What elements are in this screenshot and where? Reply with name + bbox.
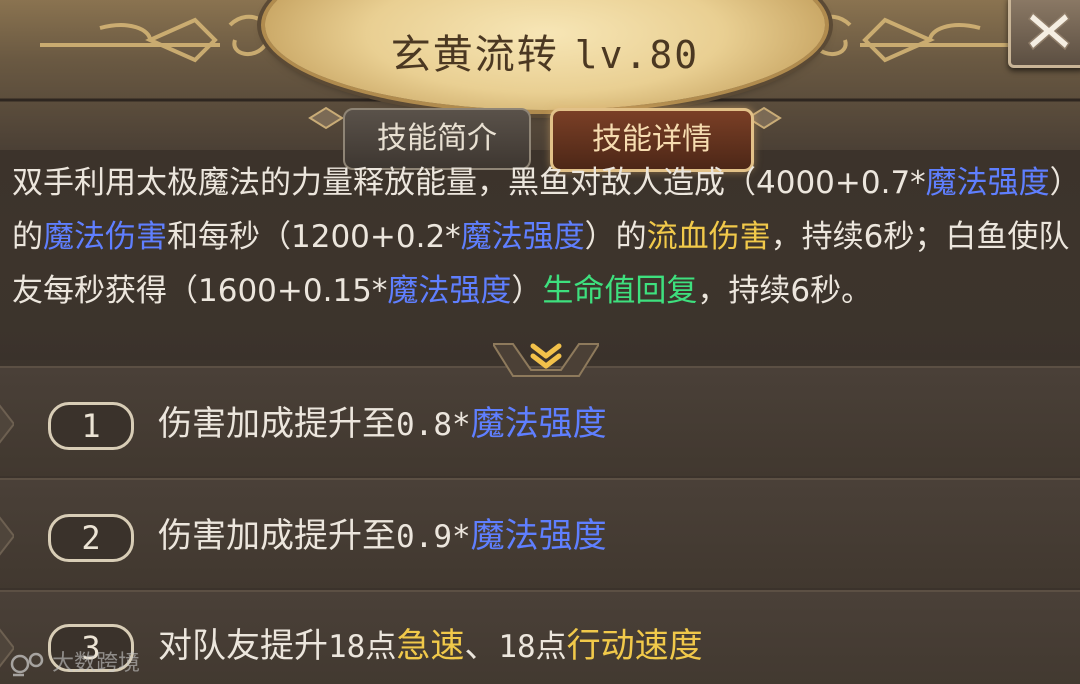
upgrade-highlight-haste: 急速 [396, 626, 465, 666]
watermark: 大数跨境 [10, 648, 140, 680]
upgrade-separator: 、 [464, 626, 499, 666]
skill-name: 玄黄流转 [390, 32, 559, 78]
header-banner: 玄黄流转 lv.80 [0, 0, 1080, 150]
upgrade-number-badge: 1 [48, 402, 134, 450]
close-x-icon [1028, 11, 1070, 51]
upgrade-highlight-action-speed: 行动速度 [566, 626, 703, 666]
skill-level: lv.80 [574, 33, 700, 77]
desc-seg-bleed-damage: 流血伤害 [646, 219, 771, 255]
close-button[interactable] [1008, 0, 1080, 68]
expand-description-button[interactable] [491, 340, 601, 378]
chevron-double-down-icon [491, 343, 601, 377]
desc-seg-magic-power: 魔法强度 [925, 166, 1050, 201]
upgrade-row: 3 对队友提升18点急速、18点行动速度 [0, 590, 1080, 684]
tab-skill-intro[interactable]: 技能简介 [343, 108, 531, 170]
upgrade-value: 0.8* [396, 407, 471, 443]
upgrade-prefix: 伤害加成提升至 [158, 404, 396, 444]
upgrade-row: 1 伤害加成提升至0.8*魔法强度 [0, 366, 1080, 476]
row-diamond-ornament [0, 404, 14, 444]
upgrade-prefix: 伤害加成提升至 [158, 516, 396, 556]
upgrade-value: 18点 [498, 629, 567, 665]
watermark-text: 大数跨境 [52, 651, 141, 676]
description-text: 双手利用太极魔法的力量释放能量，黑鱼对敌人造成（4000+0.7*魔法强度）的魔… [12, 166, 1072, 318]
upgrade-list: 1 伤害加成提升至0.8*魔法强度 2 伤害加成提升至0.9*魔法强度 3 对队… [0, 366, 1080, 684]
desc-seg: ）的 [584, 219, 647, 255]
upgrade-text: 对队友提升18点急速、18点行动速度 [158, 616, 703, 677]
desc-seg: 双手利用太极魔法的力量释放能量，黑鱼对敌人造成（4000+0.7* [12, 166, 926, 201]
desc-seg-magic-damage: 魔法伤害 [43, 219, 167, 255]
desc-seg: 和每秒（1200+0.2* [167, 219, 461, 255]
tab-skill-detail[interactable]: 技能详情 [550, 108, 754, 172]
upgrade-text: 伤害加成提升至0.9*魔法强度 [158, 506, 607, 567]
upgrade-text: 伤害加成提升至0.8*魔法强度 [158, 394, 607, 455]
upgrade-value: 0.9* [396, 519, 471, 555]
desc-seg: ，持续6秒。 [697, 273, 873, 309]
desc-seg: ） [511, 273, 543, 309]
upgrade-value: 18点 [328, 629, 397, 665]
dashu-logo-icon [10, 652, 44, 677]
skill-description: 双手利用太极魔法的力量释放能量，黑鱼对敌人造成（4000+0.7*魔法强度）的魔… [0, 166, 1080, 356]
desc-seg-magic-power: 魔法强度 [460, 219, 585, 255]
skill-detail-panel: 玄黄流转 lv.80 技能简介 技能详情 双手利用太极魔法的力量释放能量，黑鱼对敌… [0, 0, 1080, 684]
upgrade-row: 2 伤害加成提升至0.9*魔法强度 [0, 478, 1080, 588]
desc-seg-magic-power: 魔法强度 [387, 273, 512, 309]
upgrade-highlight: 魔法强度 [470, 516, 607, 556]
skill-title: 玄黄流转 lv.80 [265, 25, 825, 85]
desc-seg-hp-regen: 生命值回复 [542, 273, 698, 309]
upgrade-prefix: 对队友提升 [158, 626, 328, 666]
row-diamond-ornament [0, 516, 14, 556]
upgrade-highlight: 魔法强度 [470, 404, 607, 444]
upgrade-number-badge: 2 [48, 514, 134, 562]
